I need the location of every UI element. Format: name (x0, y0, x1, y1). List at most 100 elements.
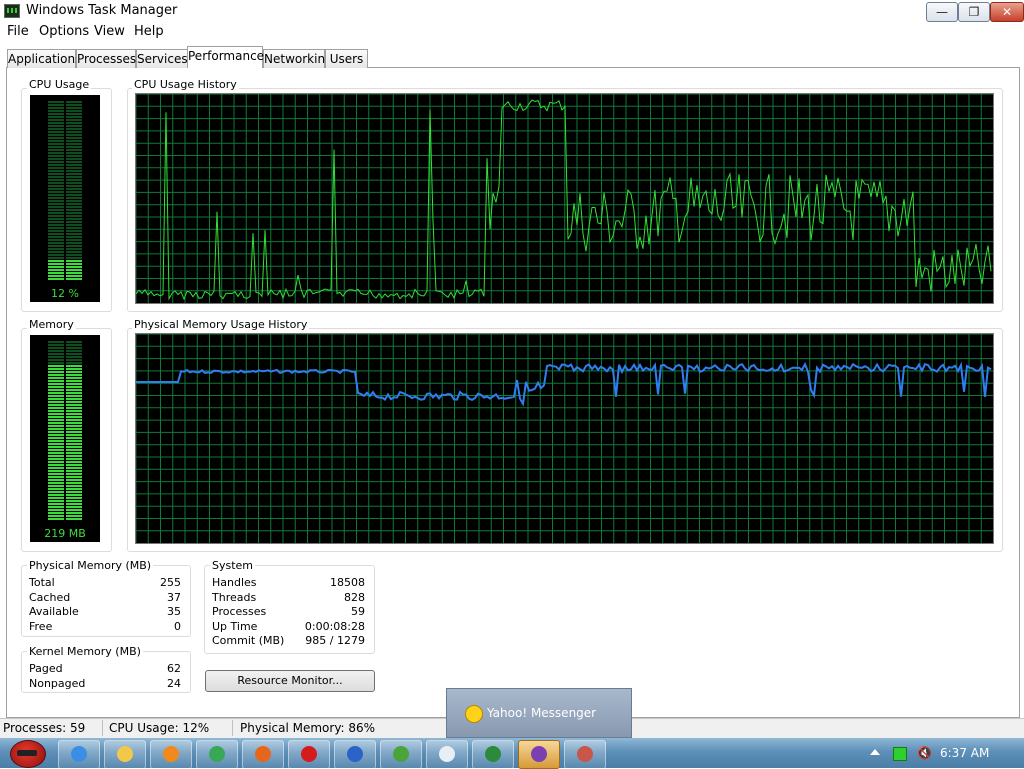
cpu-meter-segment (66, 182, 82, 184)
taskbar-button-task-manager[interactable] (472, 740, 514, 769)
memory-meter-segment (48, 416, 64, 418)
memory-meter-segment (66, 422, 82, 424)
tray-volume-muted-icon[interactable]: 🔇 (917, 746, 932, 760)
cpu-meter-segment (66, 224, 82, 226)
tray-network-icon[interactable] (893, 747, 907, 761)
cpu-meter-segment (48, 212, 64, 214)
tab-services[interactable]: Services (136, 49, 188, 68)
taskbar-button-chrome[interactable] (196, 740, 238, 769)
taskbar-button-media-player[interactable] (150, 740, 192, 769)
taskbar-button-chat[interactable] (426, 740, 468, 769)
cpu-meter-segment (48, 101, 64, 103)
menu-options[interactable]: Options (39, 24, 89, 39)
memory-meter-segment (66, 362, 82, 364)
cpu-meter-segment (48, 248, 64, 250)
taskbar-preview-popup[interactable]: Yahoo! Messenger (446, 688, 632, 738)
resource-monitor-button[interactable]: Resource Monitor... (205, 670, 375, 692)
stat-label: Cached (29, 591, 71, 604)
tab-applications[interactable]: Applications (7, 49, 81, 68)
cpu-meter-segment (66, 104, 82, 106)
memory-meter-segment (48, 446, 64, 448)
memory-meter-segment (66, 506, 82, 508)
taskbar-button-tools[interactable] (564, 740, 606, 769)
memory-meter-segment (66, 383, 82, 385)
memory-meter-segment (66, 428, 82, 430)
cpu-meter-segment (48, 170, 64, 172)
memory-meter-segment (66, 356, 82, 358)
memory-meter-segment (48, 389, 64, 391)
cpu-meter-segment (66, 230, 82, 232)
cpu-meter-segment (66, 122, 82, 124)
taskbar-button-folder[interactable] (104, 740, 146, 769)
memory-meter-segment (66, 347, 82, 349)
stat-label: Up Time (212, 620, 258, 633)
taskbar-clock[interactable]: 6:37 AM (940, 746, 989, 760)
cpu-meter-segment (66, 107, 82, 109)
taskbar-button-utorrent[interactable] (380, 740, 422, 769)
tray-expand-icon[interactable] (870, 749, 880, 755)
close-button[interactable]: ✕ (990, 2, 1024, 22)
memory-meter-segment (66, 443, 82, 445)
memory-meter-segment (48, 392, 64, 394)
cpu-meter-segment (66, 179, 82, 181)
taskbar-button-office[interactable] (334, 740, 376, 769)
status-cpu-usage: CPU Usage: 12% (109, 721, 210, 735)
memory-meter-segment (66, 494, 82, 496)
menu-file[interactable]: File (7, 24, 29, 39)
memory-meter-segment (48, 503, 64, 505)
memory-meter-segment (48, 365, 64, 367)
tab-users[interactable]: Users (325, 49, 368, 68)
menu-help[interactable]: Help (134, 24, 164, 39)
maximize-button[interactable]: ❐ (958, 2, 990, 22)
taskbar-button-yahoo-messenger[interactable] (518, 740, 560, 769)
stat-value: 0 (174, 620, 181, 633)
taskbar-button-internet-explorer[interactable] (58, 740, 100, 769)
menu-view[interactable]: View (94, 24, 125, 39)
cpu-meter-segment (48, 203, 64, 205)
taskbar-button-opera[interactable] (288, 740, 330, 769)
memory-meter-segment (48, 386, 64, 388)
cpu-meter-segment (66, 155, 82, 157)
memory-meter-segment (66, 455, 82, 457)
cpu-meter-segment (48, 269, 64, 271)
taskbar-button-firefox[interactable] (242, 740, 284, 769)
cpu-meter-segment (66, 191, 82, 193)
cpu-meter-segment (66, 248, 82, 250)
cpu-meter-segment (48, 254, 64, 256)
memory-meter-segment (66, 392, 82, 394)
memory-meter-segment (66, 518, 82, 520)
memory-history-plot (136, 334, 993, 543)
memory-meter-segment (66, 395, 82, 397)
window-title: Windows Task Manager (26, 3, 178, 18)
office-icon (347, 746, 363, 762)
memory-meter-segment (48, 443, 64, 445)
cpu-history-title: CPU Usage History (132, 78, 239, 91)
stat-value: 0:00:08:28 (304, 620, 365, 633)
cpu-meter-segment (48, 155, 64, 157)
cpu-meter-segment (66, 164, 82, 166)
cpu-meter-segment (66, 221, 82, 223)
cpu-meter-segment (48, 200, 64, 202)
memory-meter-segment (48, 512, 64, 514)
minimize-button[interactable]: — (926, 2, 958, 22)
memory-history-title: Physical Memory Usage History (132, 318, 310, 331)
cpu-meter-segment (48, 137, 64, 139)
memory-history-line (136, 361, 992, 407)
memory-meter-segment (66, 500, 82, 502)
cpu-meter-segment (48, 239, 64, 241)
cpu-meter-segment (66, 254, 82, 256)
tab-processes[interactable]: Processes (76, 49, 136, 68)
tab-networking[interactable]: Networking (263, 49, 333, 68)
cpu-meter-segment (48, 104, 64, 106)
memory-meter-segment (48, 506, 64, 508)
memory-meter-segment (48, 518, 64, 520)
memory-meter-segment (66, 509, 82, 511)
memory-meter-segment (66, 449, 82, 451)
cpu-meter-segment (66, 269, 82, 271)
yahoo-smiley-icon (465, 705, 483, 723)
cpu-meter-segment (66, 140, 82, 142)
memory-meter-segment (48, 398, 64, 400)
start-button[interactable] (2, 738, 52, 768)
memory-meter-segment (66, 419, 82, 421)
tab-performance[interactable]: Performance (187, 46, 264, 68)
